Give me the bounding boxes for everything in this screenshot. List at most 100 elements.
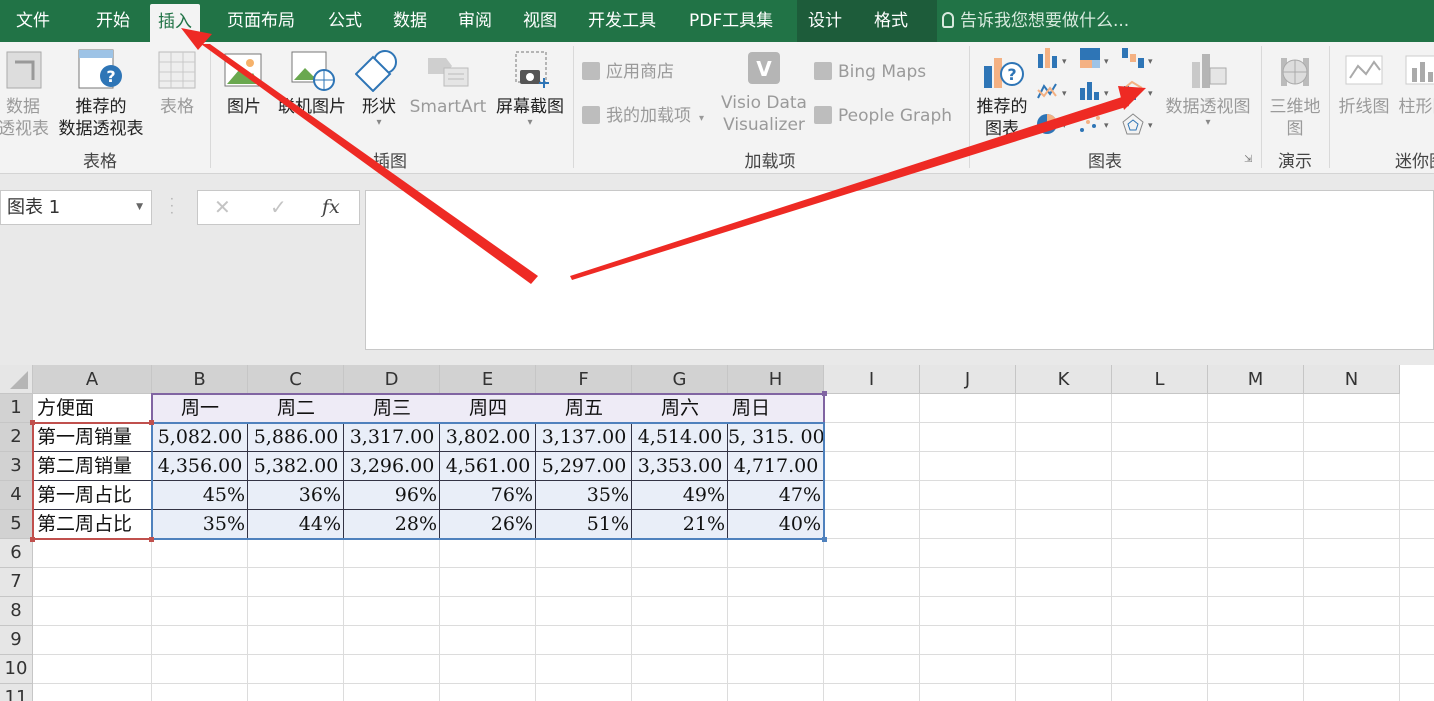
row-header-6[interactable]: 6 [0, 539, 33, 568]
smartart-button[interactable]: SmartArt [408, 48, 488, 118]
tab-home[interactable]: 开始 [88, 0, 138, 42]
row-header-2[interactable]: 2 [0, 423, 33, 452]
column-header-i[interactable]: I [824, 365, 920, 394]
pivot-table-label-1: 数据 [6, 97, 40, 117]
row-header-11[interactable]: 11 [0, 684, 33, 701]
column-sparkline-button[interactable]: 柱形图 [1394, 48, 1434, 118]
column-header-d[interactable]: D [344, 365, 440, 394]
globe-icon [1281, 58, 1309, 86]
recommended-charts-button[interactable]: ? 推荐的 图表 [973, 48, 1031, 140]
table-button[interactable]: 表格 [152, 48, 202, 118]
row-header-9[interactable]: 9 [0, 626, 33, 655]
people-graph-button[interactable]: People Graph [814, 104, 952, 128]
row-header-1[interactable]: 1 [0, 394, 33, 423]
row-header-7[interactable]: 7 [0, 568, 33, 597]
visio-label-1: Visio Data [721, 93, 807, 113]
statistic-chart-icon[interactable]: ▾ [1080, 82, 1109, 100]
column-header-n[interactable]: N [1304, 365, 1400, 394]
tab-file[interactable]: 文件 [8, 0, 58, 42]
line-sparkline-button[interactable]: 折线图 [1334, 48, 1394, 118]
pivot-table-button[interactable]: 数据 透视表 [0, 48, 49, 140]
range-handle[interactable] [30, 537, 35, 542]
tab-review[interactable]: 审阅 [450, 0, 500, 42]
column-header-b[interactable]: B [152, 365, 248, 394]
svg-text:▾: ▾ [1148, 89, 1153, 99]
scatter-chart-icon[interactable]: ▾ [1080, 116, 1109, 132]
ribbon: 数据 透视表 ? 推荐的 数据透视表 表格 表格 图片 联机图片 形状 ▾ Sm… [0, 42, 1434, 174]
column-header-e[interactable]: E [440, 365, 536, 394]
enter-icon[interactable]: ✓ [270, 195, 287, 219]
range-handle[interactable] [822, 391, 827, 396]
shapes-icon [355, 50, 397, 92]
row-header-5[interactable]: 5 [0, 510, 33, 539]
pie-chart-icon[interactable]: ▾ [1037, 114, 1067, 134]
3d-map-button[interactable]: 三维地 图 [1265, 48, 1325, 140]
formula-input[interactable] [365, 190, 1434, 350]
recommended-pivot-button[interactable]: ? 推荐的 数据透视表 [55, 48, 147, 140]
chevron-down-icon[interactable]: ▼ [136, 191, 143, 224]
svg-text:▾: ▾ [1104, 121, 1109, 131]
column-header-g[interactable]: G [632, 365, 728, 394]
column-sparkline-icon [1405, 55, 1434, 85]
bing-maps-button[interactable]: Bing Maps [814, 60, 926, 84]
row-header-4[interactable]: 4 [0, 481, 33, 510]
chevron-down-icon: ▾ [1205, 117, 1211, 128]
column-chart-icon[interactable]: ▾ [1038, 48, 1067, 68]
range-handle[interactable] [30, 420, 35, 425]
tab-format[interactable]: 格式 [866, 0, 916, 42]
line-chart-icon[interactable]: ▾ [1037, 83, 1067, 99]
column-header-m[interactable]: M [1208, 365, 1304, 394]
column-header-c[interactable]: C [248, 365, 344, 394]
range-handle[interactable] [149, 537, 154, 542]
column-header-k[interactable]: K [1016, 365, 1112, 394]
cell-a1[interactable]: 方便面 [33, 394, 152, 423]
category-range [151, 393, 825, 424]
shapes-button[interactable]: 形状 ▾ [355, 48, 403, 128]
visio-visualizer-button[interactable]: V Visio Data Visualizer [718, 48, 810, 136]
column-header-l[interactable]: L [1112, 365, 1208, 394]
gridline [33, 567, 1434, 568]
tab-data[interactable]: 数据 [385, 0, 435, 42]
column-header-a[interactable]: A [33, 365, 152, 394]
splitter-handle[interactable]: · · · [170, 193, 174, 219]
online-picture-icon [291, 51, 335, 91]
range-handle[interactable] [149, 420, 154, 425]
column-header-f[interactable]: F [536, 365, 632, 394]
name-box[interactable]: 图表 1 ▼ [0, 190, 152, 225]
group-label-sparklines: 迷你图 [1395, 152, 1434, 172]
waterfall-chart-icon[interactable]: ▾ [1122, 48, 1153, 68]
hierarchy-chart-icon[interactable]: ▾ [1080, 48, 1109, 68]
my-addins-label: 我的加载项 [606, 106, 691, 126]
row-header-8[interactable]: 8 [0, 597, 33, 626]
pivot-table-icon [6, 51, 42, 89]
tab-view[interactable]: 视图 [515, 0, 565, 42]
tell-me-box[interactable]: 告诉我您想要做什么... [942, 0, 1129, 42]
radar-chart-icon[interactable]: ▾ [1122, 113, 1153, 135]
select-all-button[interactable] [0, 365, 33, 394]
column-header-h[interactable]: H [728, 365, 824, 394]
range-handle[interactable] [822, 537, 827, 542]
pivot-chart-button[interactable]: 数据透视图 ▾ [1162, 48, 1254, 128]
row-header-3[interactable]: 3 [0, 452, 33, 481]
column-header-j[interactable]: J [920, 365, 1016, 394]
row-header-10[interactable]: 10 [0, 655, 33, 684]
tab-page-layout[interactable]: 页面布局 [219, 0, 303, 42]
online-pictures-button[interactable]: 联机图片 [275, 48, 349, 118]
3d-map-label-1: 三维地 [1269, 97, 1321, 117]
insert-function-icon[interactable]: fx [322, 196, 340, 218]
my-addins-button[interactable]: 我的加载项 ▾ [582, 104, 704, 131]
tab-developer[interactable]: 开发工具 [580, 0, 664, 42]
pictures-label: 图片 [227, 97, 261, 117]
cancel-icon[interactable]: ✕ [214, 195, 231, 219]
tab-insert[interactable]: 插入 [150, 4, 200, 42]
tab-pdf-tools[interactable]: PDF工具集 [681, 0, 781, 42]
tab-formulas[interactable]: 公式 [320, 0, 370, 42]
store-button[interactable]: 应用商店 [582, 60, 674, 84]
combo-chart-icon[interactable]: ▾ [1121, 80, 1153, 100]
dialog-launcher-icon[interactable]: ⇲ [1244, 154, 1252, 165]
formula-buttons: ✕ ✓ fx [197, 190, 360, 225]
pictures-button[interactable]: 图片 [220, 48, 268, 118]
svg-text:▾: ▾ [1062, 121, 1067, 131]
screenshot-button[interactable]: 屏幕截图 ▾ [492, 48, 568, 128]
tab-design[interactable]: 设计 [800, 0, 850, 42]
